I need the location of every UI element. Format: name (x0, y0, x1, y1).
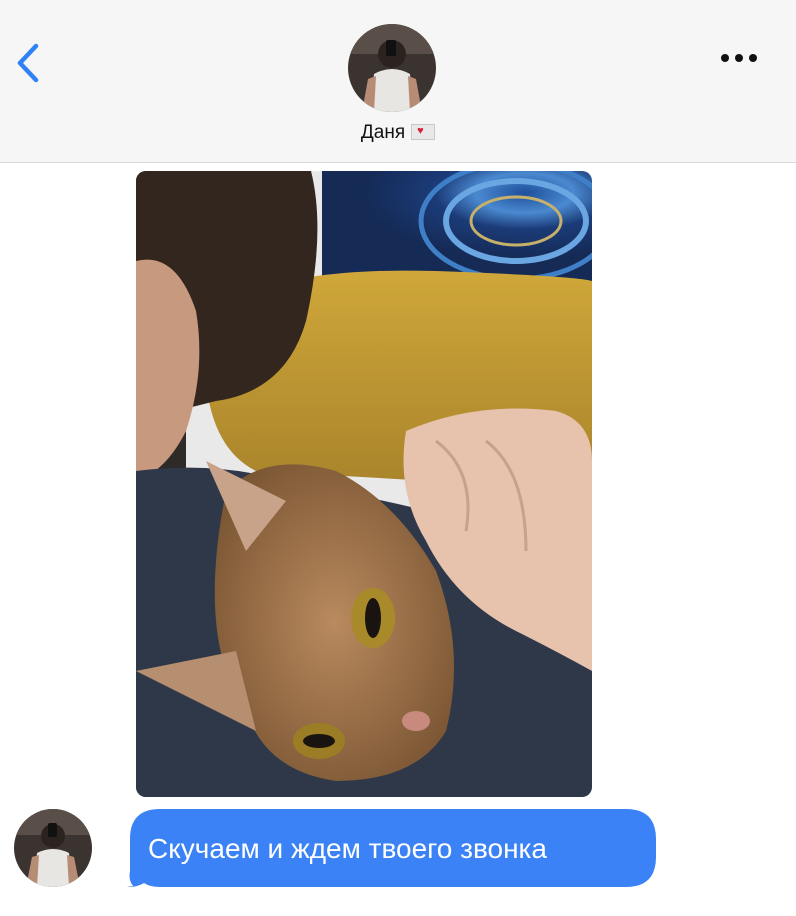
back-button[interactable] (12, 40, 46, 86)
contact-name: Даня (360, 122, 406, 143)
chevron-left-icon (17, 43, 39, 83)
ellipsis-icon (721, 54, 757, 62)
message-photo[interactable] (136, 171, 592, 797)
sender-avatar[interactable] (14, 809, 92, 887)
message-text: Скучаем и ждем твоего звонка (148, 833, 547, 864)
avatar-image (348, 24, 436, 112)
contact-avatar[interactable] (348, 24, 436, 112)
contact-title[interactable]: Даня ♥ (0, 122, 796, 144)
chat-header: Даня ♥ (0, 0, 796, 163)
love-letter-icon: ♥ (411, 124, 436, 140)
avatar-image (14, 809, 92, 887)
cat-photo-image (136, 171, 592, 797)
more-options-button[interactable] (716, 48, 762, 68)
